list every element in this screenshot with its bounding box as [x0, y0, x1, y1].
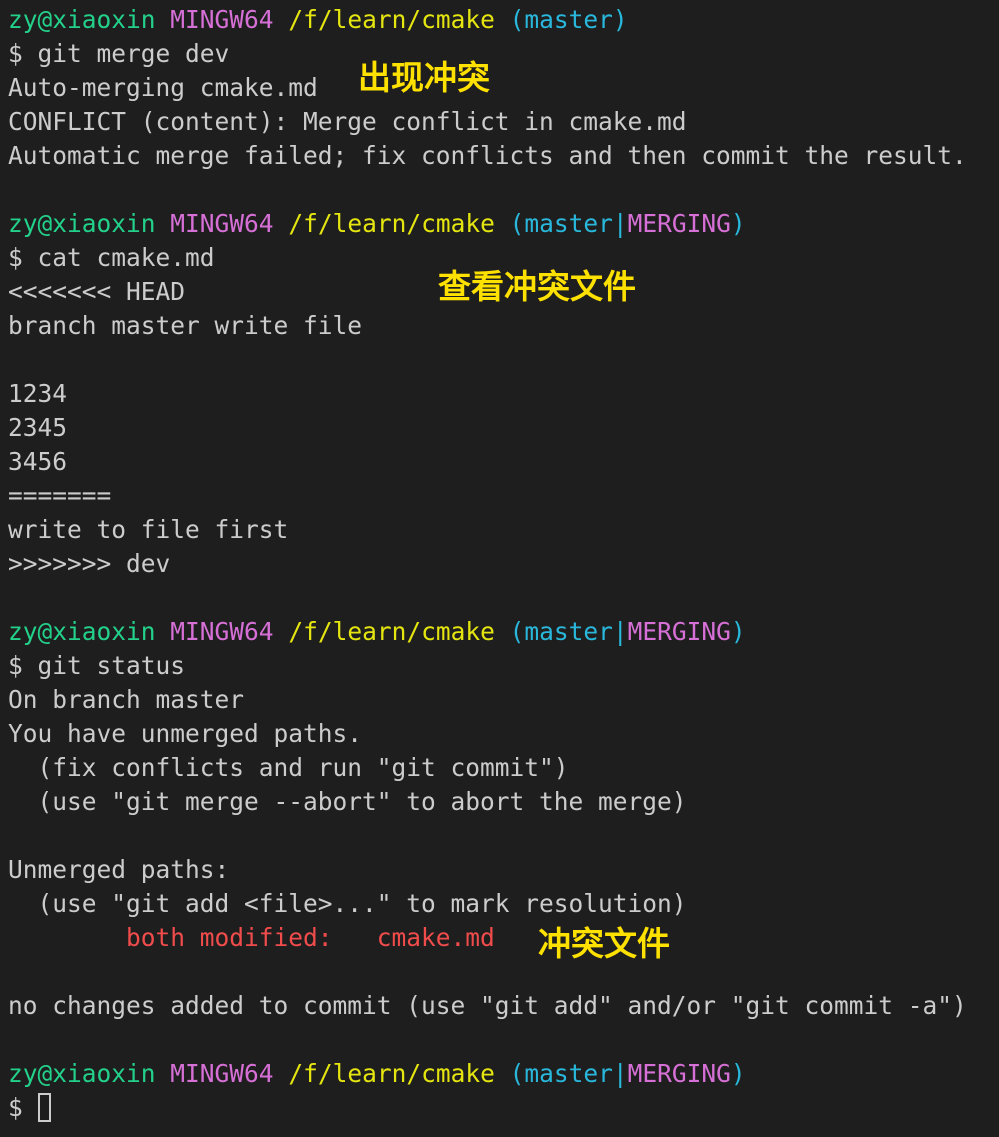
- prompt-branch-close: ): [730, 1059, 746, 1088]
- output-line: Unmerged paths:: [8, 855, 230, 884]
- prompt-separator: |: [612, 209, 628, 238]
- unmerged-file-status: both modified: cmake.md: [126, 923, 495, 952]
- prompt-user: zy@xiaoxin: [8, 5, 156, 34]
- output-line: (fix conflicts and run "git commit"): [8, 753, 569, 782]
- output-line: CONFLICT (content): Merge conflict in cm…: [8, 107, 687, 136]
- shell-prompt: zy@xiaoxin MINGW64 /f/learn/cmake (maste…: [8, 3, 993, 37]
- prompt-separator: |: [612, 1059, 628, 1088]
- prompt-path: /f/learn/cmake: [288, 617, 495, 646]
- prompt-branch: master: [524, 1059, 613, 1088]
- output-line: (use "git merge --abort" to abort the me…: [8, 787, 687, 816]
- prompt-system: MINGW64: [170, 209, 274, 238]
- input-prompt: $: [8, 1093, 38, 1122]
- output-line: (use "git add <file>..." to mark resolut…: [8, 889, 687, 918]
- unmerged-file-line: both modified: cmake.md: [8, 921, 993, 955]
- output-line: Auto-merging cmake.md: [8, 73, 318, 102]
- prompt-branch: master: [524, 617, 613, 646]
- output-line: 1234: [8, 379, 68, 408]
- prompt-branch-open: (: [509, 617, 525, 646]
- command-line: $ git status: [8, 651, 186, 680]
- prompt-branch: master: [524, 209, 613, 238]
- output-line: >>>>>>> dev: [8, 549, 171, 578]
- prompt-merge-state: MERGING: [627, 1059, 731, 1088]
- prompt-system: MINGW64: [170, 5, 274, 34]
- prompt-merge-state: MERGING: [627, 209, 731, 238]
- prompt-system: MINGW64: [170, 1059, 274, 1088]
- text-cursor: [37, 1092, 51, 1122]
- output-line: no changes added to commit (use "git add…: [8, 991, 967, 1020]
- prompt-branch-close: ): [730, 617, 746, 646]
- prompt-path: /f/learn/cmake: [288, 209, 495, 238]
- prompt-branch-close: ): [612, 5, 628, 34]
- output-line: Automatic merge failed; fix conflicts an…: [8, 141, 967, 170]
- prompt-path: /f/learn/cmake: [288, 1059, 495, 1088]
- command-input-line[interactable]: $: [8, 1091, 993, 1125]
- prompt-path: /f/learn/cmake: [288, 5, 495, 34]
- output-line: =======: [8, 481, 112, 510]
- prompt-branch-open: (: [509, 1059, 525, 1088]
- output-line: You have unmerged paths.: [8, 719, 363, 748]
- prompt-merge-state: MERGING: [627, 617, 731, 646]
- prompt-branch: master: [524, 5, 613, 34]
- prompt-user: zy@xiaoxin: [8, 1059, 156, 1088]
- output-line: branch master write file: [8, 311, 363, 340]
- prompt-separator: |: [612, 617, 628, 646]
- prompt-branch-open: (: [509, 209, 525, 238]
- prompt-system: MINGW64: [170, 617, 274, 646]
- command-line: $ git merge dev: [8, 39, 230, 68]
- annotation-conflict: 出现冲突: [358, 58, 490, 97]
- shell-prompt: zy@xiaoxin MINGW64 /f/learn/cmake (maste…: [8, 1057, 993, 1091]
- output-line: write to file first: [8, 515, 289, 544]
- output-line: On branch master: [8, 685, 245, 714]
- annotation-view-file: 查看冲突文件: [438, 267, 636, 306]
- output-line: 2345: [8, 413, 68, 442]
- output-line: 3456: [8, 447, 68, 476]
- prompt-branch-close: ): [730, 209, 746, 238]
- terminal-output[interactable]: zy@xiaoxin MINGW64 /f/learn/cmake (maste…: [8, 3, 993, 1125]
- prompt-user: zy@xiaoxin: [8, 617, 156, 646]
- annotation-conflict-file: 冲突文件: [538, 924, 670, 963]
- shell-prompt: zy@xiaoxin MINGW64 /f/learn/cmake (maste…: [8, 207, 993, 241]
- prompt-branch-open: (: [509, 5, 525, 34]
- prompt-user: zy@xiaoxin: [8, 209, 156, 238]
- shell-prompt: zy@xiaoxin MINGW64 /f/learn/cmake (maste…: [8, 615, 993, 649]
